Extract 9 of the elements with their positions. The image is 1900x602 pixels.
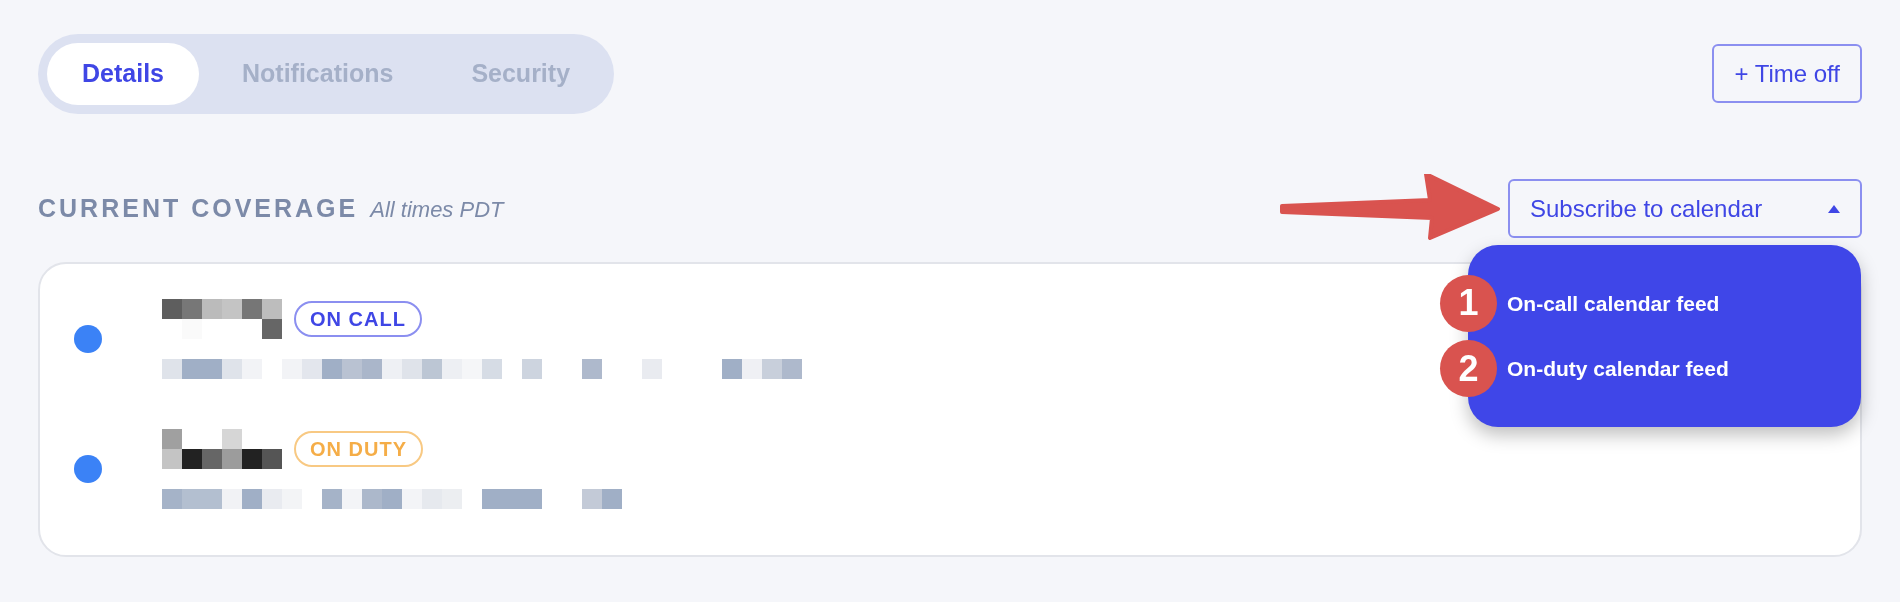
- tab[interactable]: Details: [47, 43, 199, 105]
- timezone-note: All times PDT: [370, 195, 504, 224]
- status-badge: ON DUTY: [294, 431, 423, 467]
- menu-item[interactable]: On-duty calendar feed: [1507, 353, 1729, 385]
- menu-item[interactable]: On-call calendar feed: [1507, 287, 1720, 319]
- subscribe-dropdown-button[interactable]: Subscribe to calendar: [1508, 179, 1862, 238]
- section-heading: CURRENT COVERAGE: [38, 192, 359, 224]
- time-off-button[interactable]: + Time off: [1712, 44, 1862, 103]
- status-badge: ON CALL: [294, 301, 422, 337]
